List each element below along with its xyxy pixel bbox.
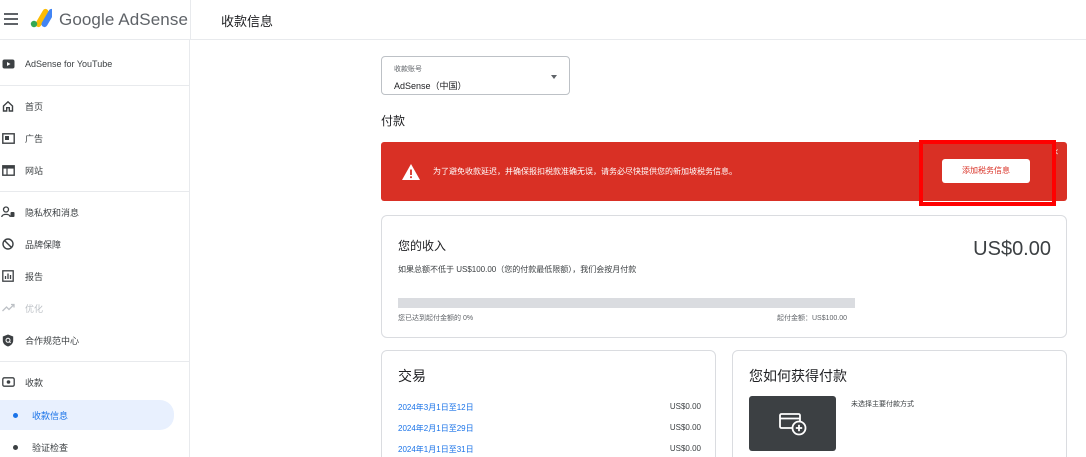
sidebar-item-label: 验证检查 xyxy=(32,442,69,453)
select-value: AdSense（中国） xyxy=(394,81,467,91)
sidebar-subitem-verification[interactable]: 验证检查 xyxy=(0,433,190,457)
sidebar-divider xyxy=(0,191,190,192)
warning-icon xyxy=(402,164,420,180)
no-primary-payment-note: 未选择主要付款方式 xyxy=(851,401,914,408)
sidebar-item-label: 收款 xyxy=(25,377,44,388)
earnings-amount: US$0.00 xyxy=(973,238,1051,260)
sidebar-item-brand-safety[interactable]: 品牌保障 xyxy=(0,230,190,258)
brand-title[interactable]: Google AdSense xyxy=(59,10,188,30)
sidebar-item-label: 品牌保障 xyxy=(25,239,62,250)
payment-method-card: 您如何获得付款 未选择主要付款方式 xyxy=(732,350,1067,457)
earnings-title: 您的收入 xyxy=(398,239,447,253)
transaction-amount: US$0.00 xyxy=(669,444,701,453)
sidebar-item-label: 隐私权和消息 xyxy=(25,207,80,218)
transaction-row[interactable]: 2024年3月1日至12日 US$0.00 xyxy=(398,402,701,414)
select-label: 收款账号 xyxy=(394,66,422,73)
sidebar-item-policy-center[interactable]: 合作规范中心 xyxy=(0,326,190,354)
sidebar-item-label: AdSense for YouTube xyxy=(25,59,113,69)
progress-percent-label: 您已达到起付金额的 0% xyxy=(398,315,474,322)
payment-threshold-label: 起付金额：US$100.00 xyxy=(777,315,848,322)
home-icon xyxy=(1,99,15,113)
top-app-bar: Google AdSense 收款信息 xyxy=(0,0,1086,40)
earnings-description: 如果总额不低于 US$100.00（您的付款最低限额），我们会按月付款 xyxy=(398,265,637,274)
sidebar-item-label: 优化 xyxy=(25,303,44,314)
adsense-logo-icon[interactable] xyxy=(30,8,52,28)
transaction-date-link[interactable]: 2024年3月1日至12日 xyxy=(398,402,474,413)
add-payment-method-button[interactable] xyxy=(749,396,836,451)
threshold-progress-bar xyxy=(398,298,855,308)
sidebar-item-payments[interactable]: 收款 xyxy=(0,368,190,396)
transaction-amount: US$0.00 xyxy=(669,402,701,411)
payments-section-title: 付款 xyxy=(381,114,406,128)
transaction-amount: US$0.00 xyxy=(669,423,701,432)
sidebar-item-ads[interactable]: 广告 xyxy=(0,124,190,152)
transaction-date-link[interactable]: 2024年2月1日至29日 xyxy=(398,423,474,434)
transaction-row[interactable]: 2024年2月1日至29日 US$0.00 xyxy=(398,423,701,435)
highlight-annotation xyxy=(919,140,1056,206)
sidebar-item-label: 广告 xyxy=(25,133,44,144)
payments-icon xyxy=(1,375,15,389)
dropdown-arrow-icon xyxy=(551,75,557,79)
privacy-messaging-icon xyxy=(1,205,15,219)
trending-up-icon xyxy=(1,301,15,315)
transaction-row[interactable]: 2024年1月1日至31日 US$0.00 xyxy=(398,444,701,456)
sidebar-item-label: 首页 xyxy=(25,101,44,112)
sidebar-item-privacy-messaging[interactable]: 隐私权和消息 xyxy=(0,198,190,226)
sidebar-item-label: 报告 xyxy=(25,271,44,282)
transactions-card: 交易 2024年3月1日至12日 US$0.00 2024年2月1日至29日 U… xyxy=(381,350,716,457)
bullet-icon xyxy=(13,444,18,450)
sites-icon xyxy=(1,163,15,177)
sidebar-item-reports[interactable]: 报告 xyxy=(0,262,190,290)
transactions-title: 交易 xyxy=(398,368,426,384)
sidebar-item-sites[interactable]: 网站 xyxy=(0,156,190,184)
sidebar-item-optimization[interactable]: 优化 xyxy=(0,294,190,322)
sidebar-item-home[interactable]: 首页 xyxy=(0,92,190,120)
sidebar-item-label: 收款信息 xyxy=(32,410,69,421)
earnings-card: 您的收入 US$0.00 如果总额不低于 US$100.00（您的付款最低限额）… xyxy=(381,215,1067,338)
payment-method-title: 您如何获得付款 xyxy=(749,368,847,384)
sidebar-item-adsense-for-youtube[interactable]: AdSense for YouTube xyxy=(0,50,190,78)
menu-icon[interactable] xyxy=(4,13,18,25)
add-card-icon xyxy=(778,412,806,435)
header-divider xyxy=(190,0,191,40)
payments-account-select[interactable]: 收款账号 AdSense（中国） xyxy=(381,56,570,95)
transaction-date-link[interactable]: 2024年1月1日至31日 xyxy=(398,444,474,455)
sidebar-item-label: 合作规范中心 xyxy=(25,335,80,346)
reports-icon xyxy=(1,269,15,283)
block-icon xyxy=(1,237,15,251)
bullet-icon xyxy=(13,412,18,418)
sidebar-nav: AdSense for YouTube 首页 广告 网站 隐私权和消息 品牌保障 xyxy=(0,40,190,457)
sidebar-divider xyxy=(0,361,190,362)
sidebar-subitem-payments-info[interactable]: 收款信息 xyxy=(0,400,174,430)
sidebar-divider xyxy=(0,85,190,86)
policy-shield-icon xyxy=(1,333,15,347)
ads-icon xyxy=(1,131,15,145)
alert-message: 为了避免收款延迟，并确保报扣税款准确无误，请务必尽快提供您的新加坡税务信息。 xyxy=(433,167,737,176)
page-title: 收款信息 xyxy=(221,14,274,29)
youtube-icon xyxy=(1,57,15,71)
sidebar-item-label: 网站 xyxy=(25,165,44,176)
